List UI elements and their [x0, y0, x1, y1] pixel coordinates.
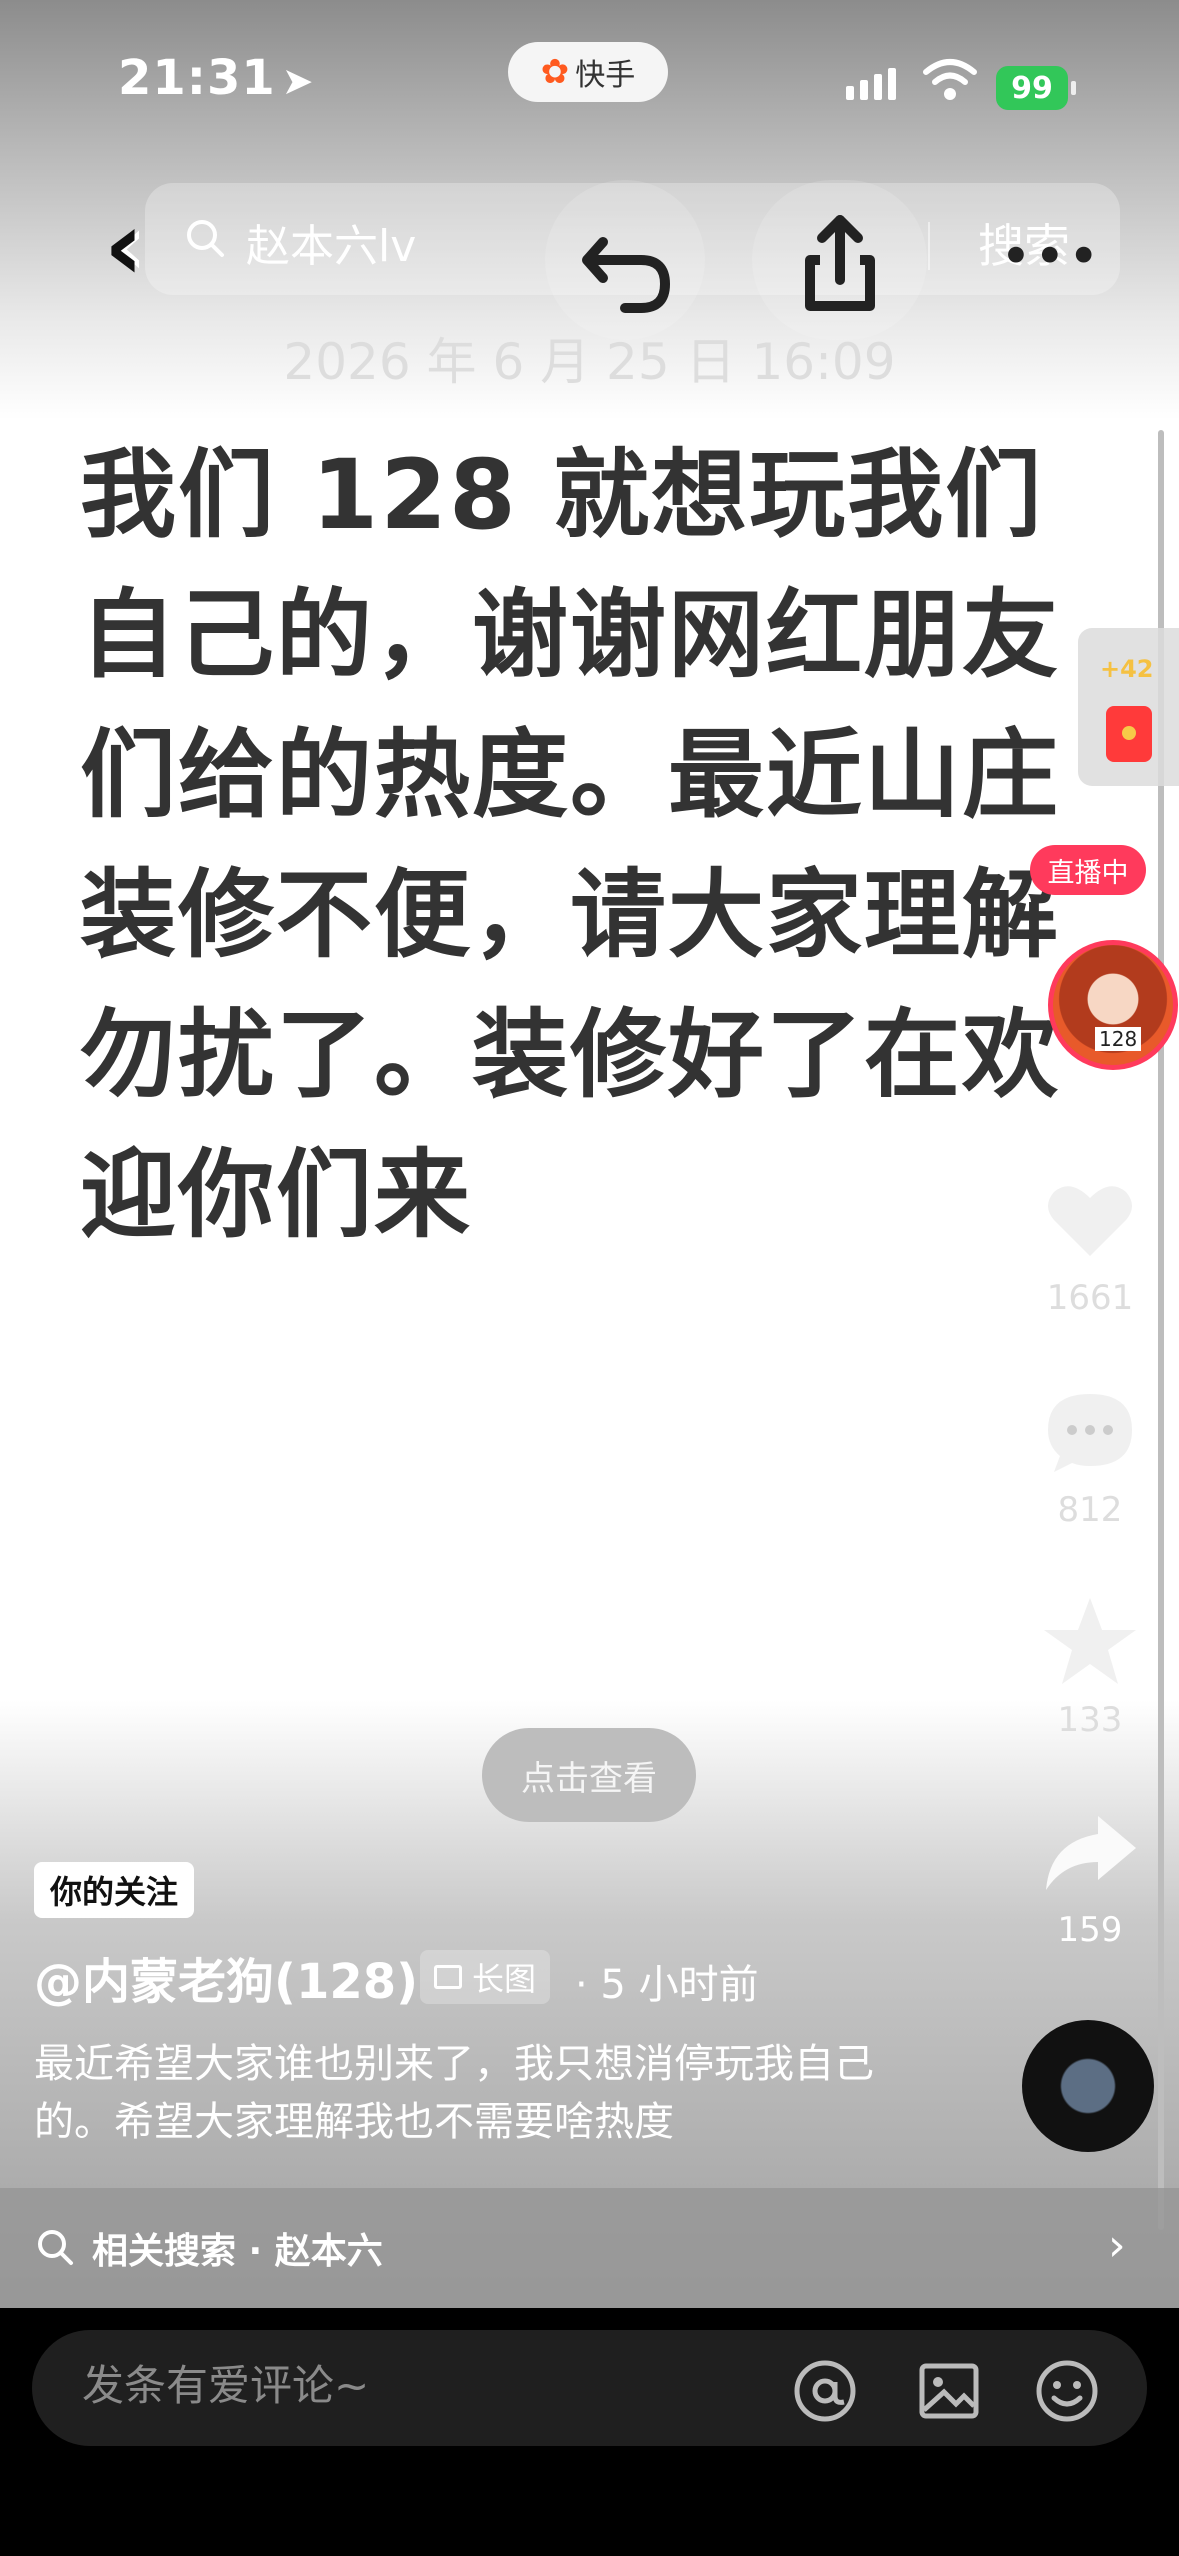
search-query[interactable]: 赵本六lv [246, 210, 416, 274]
at-icon[interactable] [792, 2358, 858, 2424]
back-chevron-icon: ‹ [104, 190, 144, 302]
follow-tag: 你的关注 [34, 1862, 195, 1918]
post-caption[interactable]: 最近希望大家谁也别来了，我只想消停玩我自己的。希望大家理解我也不需要啥热度 [34, 2035, 914, 2151]
comment-button[interactable]: 812 [1040, 1382, 1140, 1530]
forward-button[interactable]: 159 [1040, 1802, 1140, 1950]
view-button[interactable]: 点击查看 [482, 1728, 696, 1822]
comment-icon [1048, 1394, 1132, 1472]
image-icon[interactable] [916, 2358, 982, 2424]
long-image-label: 长图 [472, 1960, 537, 1998]
avatar-number-tag: 128 [1095, 1027, 1142, 1051]
author-name[interactable]: @内蒙老狗(128) [34, 1942, 418, 2012]
live-badge[interactable]: 直播中 [1030, 845, 1146, 895]
star-icon [1044, 1598, 1136, 1684]
more-icon[interactable]: ••• [1000, 225, 1102, 288]
undo-icon [582, 237, 671, 313]
search-icon [187, 220, 224, 257]
forward-icon [1046, 1816, 1136, 1890]
like-count: 1661 [1046, 1278, 1134, 1318]
battery-indicator: 99 [996, 66, 1076, 110]
post-text: 我们 128 就想玩我们自己的，谢谢网红朋友们给的热度。最近山庄装修不便，请大家… [80, 439, 1060, 1251]
wifi-icon [923, 59, 977, 100]
battery-level: 99 [1011, 70, 1053, 106]
back-button[interactable]: ‹ ‹ [60, 180, 200, 310]
share-icon [805, 215, 875, 311]
location-arrow-icon: ➤ [281, 59, 315, 103]
undo-button[interactable] [545, 180, 705, 340]
red-packet-icon[interactable] [1106, 706, 1152, 762]
comment-count: 812 [1057, 1490, 1123, 1530]
share-button[interactable] [752, 180, 927, 340]
live-avatar[interactable]: 128 [1048, 940, 1178, 1070]
app-name: 快手 [575, 58, 636, 93]
post-time-ago: · 5 小时前 [575, 1962, 759, 2008]
chevron-right-icon[interactable]: › [1108, 2220, 1126, 2271]
related-search-text[interactable]: 相关搜索 · 赵本六 [92, 2222, 383, 2274]
search-icon [38, 2230, 73, 2265]
app-indicator[interactable]: ✿ 快手 [508, 42, 668, 102]
forward-count: 159 [1057, 1910, 1123, 1950]
red-packet-count: +42 [1100, 655, 1154, 683]
favorite-count: 133 [1057, 1700, 1123, 1740]
emoji-icon[interactable] [1034, 2358, 1100, 2424]
heart-icon [1048, 1186, 1132, 1256]
search-divider [928, 222, 930, 270]
long-image-tag: 长图 [420, 1950, 551, 2004]
comment-input[interactable] [80, 2360, 684, 2411]
favorite-button[interactable]: 133 [1040, 1592, 1140, 1740]
kuaishou-logo-icon: ✿ [540, 52, 570, 92]
post-date: 2026 年 6 月 25 日 16:09 [283, 333, 896, 391]
like-button[interactable]: 1661 [1040, 1170, 1140, 1318]
cellular-signal-icon [846, 68, 896, 100]
music-disc[interactable] [1022, 2020, 1154, 2152]
status-time: 21:31 ➤ [118, 50, 315, 120]
time-text: 21:31 [118, 50, 276, 106]
image-icon [434, 1965, 462, 1989]
